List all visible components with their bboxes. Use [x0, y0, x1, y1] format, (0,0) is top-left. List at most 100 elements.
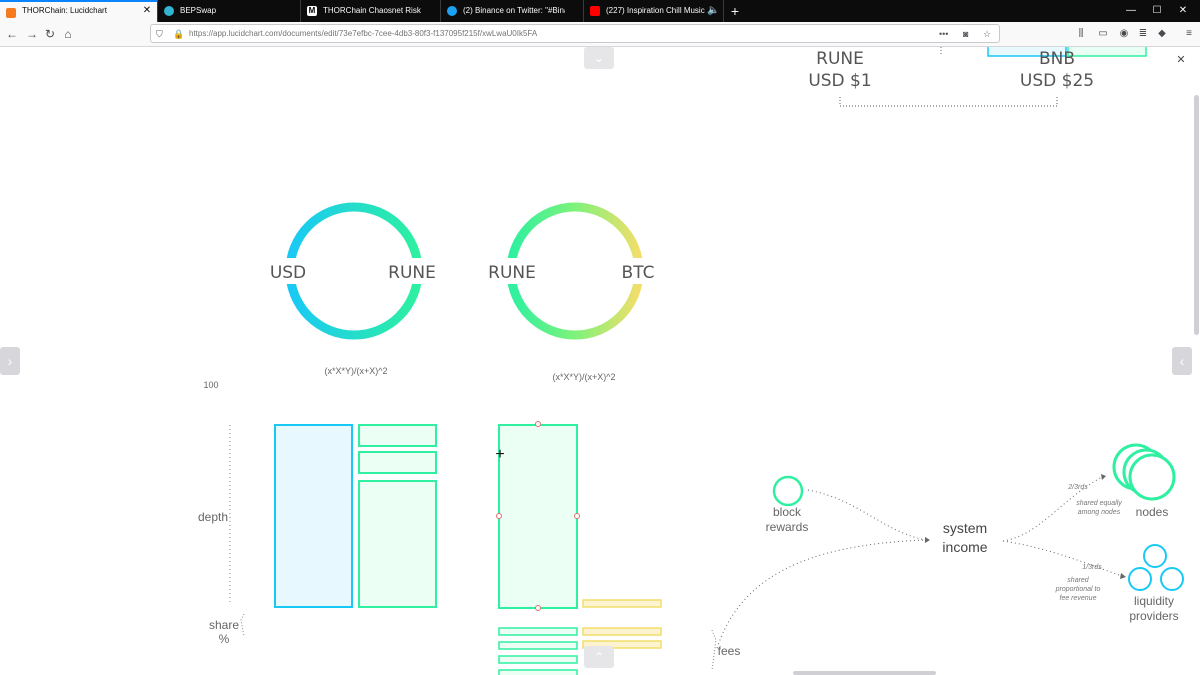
- diagram-svg: RUNE USD $1 BNB USD $25 USD RUNE (x*X*Y)…: [198, 47, 1184, 675]
- slip-formula: (x*X*Y)/(x+X)^2: [325, 366, 388, 376]
- back-icon[interactable]: ←: [2, 24, 22, 44]
- browser-tab-bar: THORChain: Lucidchart ✕ BEPSwap M THORCh…: [0, 0, 1200, 22]
- lp-circle[interactable]: [1143, 544, 1167, 568]
- resize-handle[interactable]: [535, 605, 541, 611]
- url-bar[interactable]: ⛉ 🔒 https://app.lucidchart.com/documents…: [150, 24, 1000, 43]
- two-thirds-label: 2/3rds: [1067, 484, 1088, 491]
- bookmark-star-icon[interactable]: ☆: [983, 25, 991, 43]
- youtube-favicon-icon: [590, 6, 600, 16]
- tab-label: THORChain: Lucidchart: [22, 6, 107, 15]
- share-bracket: [240, 613, 245, 637]
- nodes-label: nodes: [1136, 505, 1169, 519]
- sidebar-icon[interactable]: ▭: [1094, 25, 1112, 43]
- tab-label: THORChain Chaosnet Risk Sum: [323, 6, 422, 15]
- lock-icon[interactable]: 🔒: [173, 25, 184, 43]
- rune-share-bar[interactable]: [498, 627, 578, 636]
- tab-label: BEPSwap: [180, 6, 217, 15]
- bepswap-favicon-icon: [164, 6, 174, 16]
- new-tab-button[interactable]: +: [726, 0, 744, 22]
- arrowhead: [925, 537, 930, 543]
- more-actions-icon[interactable]: •••: [939, 25, 948, 43]
- usd-label: USD: [270, 263, 306, 283]
- close-window-button[interactable]: ✕: [1170, 0, 1196, 22]
- rune-depth-bar[interactable]: [358, 424, 437, 447]
- hundred-label: 100: [203, 380, 218, 390]
- menu-icon[interactable]: ≡: [1180, 25, 1198, 43]
- fees-bracket: [711, 629, 717, 671]
- close-tab-icon[interactable]: ✕: [141, 2, 153, 20]
- reload-icon[interactable]: ↻: [40, 24, 60, 44]
- lp-arrow: [1002, 540, 1123, 577]
- selected-rune-depth-bar[interactable]: [498, 424, 578, 609]
- navigation-bar: ← → ↻ ⌂ ⛉ 🔒 https://app.lucidchart.com/d…: [0, 22, 1200, 47]
- expand-right-panel-button[interactable]: ‹: [1172, 347, 1192, 375]
- forward-icon[interactable]: →: [22, 24, 42, 44]
- rune-price-label: USD $1: [808, 71, 871, 91]
- usd-depth-bar[interactable]: [274, 424, 353, 608]
- vertical-scrollbar[interactable]: [1194, 95, 1199, 335]
- btc-depth-bar[interactable]: [582, 599, 662, 608]
- rune-depth-bar[interactable]: [358, 480, 437, 608]
- node-circle[interactable]: [1128, 453, 1176, 501]
- horizontal-scrollbar[interactable]: [793, 671, 936, 675]
- resize-handle[interactable]: [574, 513, 580, 519]
- tab-medium[interactable]: M THORChain Chaosnet Risk Sum: [301, 0, 441, 22]
- rune-share-bar[interactable]: [498, 669, 578, 675]
- share-label: share%: [209, 618, 239, 646]
- maximize-button[interactable]: ☐: [1144, 0, 1170, 22]
- bnb-box-2[interactable]: [1067, 47, 1147, 57]
- lp-circle[interactable]: [1128, 567, 1152, 591]
- rewards-arrow: [807, 489, 926, 541]
- fees-label: fees: [718, 644, 741, 658]
- tab-bepswap[interactable]: BEPSwap: [158, 0, 301, 22]
- metamask-icon[interactable]: ◆: [1153, 25, 1171, 43]
- block-rewards-node[interactable]: [772, 475, 804, 507]
- btc-label: BTC: [622, 263, 655, 283]
- expand-left-panel-button[interactable]: ›: [0, 347, 20, 375]
- system-income-label: system income: [942, 520, 987, 555]
- diagram-canvas[interactable]: RUNE USD $1 BNB USD $25 USD RUNE (x*X*Y)…: [0, 47, 1200, 675]
- crosshair-cursor-icon: +: [495, 446, 505, 463]
- extension-icon[interactable]: ≣: [1134, 25, 1152, 43]
- url-text[interactable]: https://app.lucidchart.com/documents/edi…: [189, 25, 537, 43]
- lp-note: shared proportional to fee revenue: [1055, 577, 1101, 602]
- block-rewards-label: block rewards: [766, 505, 809, 534]
- btc-depth-bar[interactable]: [582, 627, 662, 636]
- twitter-favicon-icon: [447, 6, 457, 16]
- fees-arrow: [716, 539, 926, 649]
- tab-lucidchart[interactable]: THORChain: Lucidchart ✕: [0, 0, 158, 22]
- slip-formula: (x*X*Y)/(x+X)^2: [553, 372, 616, 382]
- rune-label: RUNE: [388, 263, 436, 283]
- rune-label: RUNE: [816, 49, 864, 69]
- tab-label: (227) Inspiration Chill Music: [606, 6, 705, 15]
- bnb-price-label: USD $25: [1020, 71, 1094, 91]
- library-icon[interactable]: ⫼: [1072, 25, 1090, 43]
- rune-share-bar[interactable]: [498, 655, 578, 664]
- one-third-label: 1/3rds: [1082, 564, 1102, 571]
- speaker-icon[interactable]: 🔈: [707, 0, 719, 22]
- lucidchart-favicon-icon: [6, 8, 16, 18]
- rune-depth-bar[interactable]: [358, 451, 437, 474]
- arrowhead: [1101, 474, 1106, 480]
- bracket-connector: [839, 97, 1058, 107]
- scroll-up-button[interactable]: ⌄: [584, 47, 614, 69]
- rune-share-bar[interactable]: [498, 641, 578, 650]
- medium-favicon-icon: M: [307, 6, 317, 16]
- resize-handle[interactable]: [496, 513, 502, 519]
- lp-circle[interactable]: [1160, 567, 1184, 591]
- minimize-button[interactable]: —: [1118, 0, 1144, 22]
- tab-twitter[interactable]: (2) Binance on Twitter: "#Binan: [441, 0, 584, 22]
- tab-label: (2) Binance on Twitter: "#Binan: [463, 6, 565, 15]
- arrowhead: [1120, 573, 1126, 579]
- bnb-label: BNB: [1039, 49, 1075, 69]
- nodes-note: shared equally among nodes: [1076, 500, 1122, 516]
- shield-icon[interactable]: ⛉: [156, 25, 163, 43]
- resize-handle[interactable]: [535, 421, 541, 427]
- collapse-icon[interactable]: ✕: [1174, 53, 1188, 67]
- tab-youtube[interactable]: (227) Inspiration Chill Music 🔈: [584, 0, 724, 22]
- pocket-icon[interactable]: ◙: [963, 25, 968, 43]
- liquidity-providers-label: liquidity providers: [1129, 594, 1178, 623]
- account-icon[interactable]: ◉: [1115, 25, 1133, 43]
- scroll-down-button[interactable]: ⌃: [584, 646, 614, 668]
- home-icon[interactable]: ⌂: [58, 24, 78, 44]
